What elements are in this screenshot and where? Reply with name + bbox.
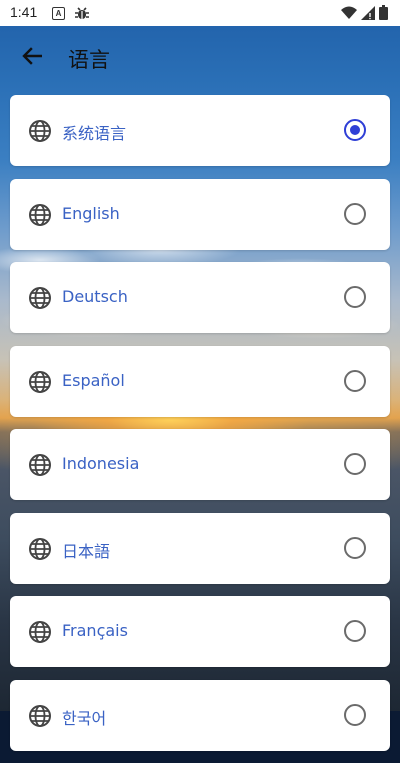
radio-button[interactable] (344, 202, 366, 225)
language-label: Español (62, 370, 125, 390)
globe-icon (28, 537, 52, 561)
language-label: Indonesia (62, 454, 140, 473)
bug-icon (74, 5, 90, 25)
radio-button[interactable] (344, 703, 366, 726)
wifi-icon (341, 5, 357, 24)
language-option[interactable]: Indonesia (10, 429, 390, 500)
globe-icon (28, 119, 52, 143)
language-label: 系统语言 (62, 124, 127, 143)
language-option[interactable]: Deutsch (10, 262, 390, 333)
language-option[interactable]: 日本語 (10, 512, 390, 584)
language-option[interactable]: 系统语言 (10, 95, 390, 166)
radio-button[interactable] (344, 536, 366, 559)
status-bar: 1:41 A (0, 0, 400, 26)
back-button[interactable] (16, 46, 48, 70)
globe-icon (28, 620, 52, 644)
language-label: 日本語 (62, 541, 111, 561)
radio-button[interactable] (344, 620, 366, 642)
status-icons (341, 5, 388, 24)
globe-icon (28, 286, 52, 310)
status-time: 1:41 (10, 4, 38, 20)
signal-icon (361, 5, 375, 24)
globe-icon (28, 370, 52, 394)
language-label: 한국어 (62, 708, 107, 728)
language-option[interactable]: Español (10, 345, 390, 417)
language-option[interactable]: Français (10, 596, 390, 667)
language-label: Français (62, 621, 128, 640)
a-box-icon: A (52, 7, 65, 20)
globe-icon (28, 203, 52, 227)
radio-button-selected[interactable] (344, 119, 366, 141)
language-option[interactable]: 한국어 (10, 679, 390, 751)
globe-icon (28, 704, 52, 728)
app-header: 语言 (0, 26, 400, 90)
arrow-left-icon (22, 47, 43, 69)
page-title: 语言 (68, 48, 110, 72)
language-option[interactable]: English (10, 178, 390, 250)
language-label: English (62, 203, 120, 223)
radio-button[interactable] (344, 286, 366, 308)
battery-icon (379, 5, 388, 24)
radio-button[interactable] (344, 369, 366, 392)
radio-button[interactable] (344, 453, 366, 475)
globe-icon (28, 453, 52, 477)
language-label: Deutsch (62, 287, 128, 306)
language-list: 系统语言 English Deutsch Español Indonesia 日本語 Fra… (10, 95, 390, 763)
